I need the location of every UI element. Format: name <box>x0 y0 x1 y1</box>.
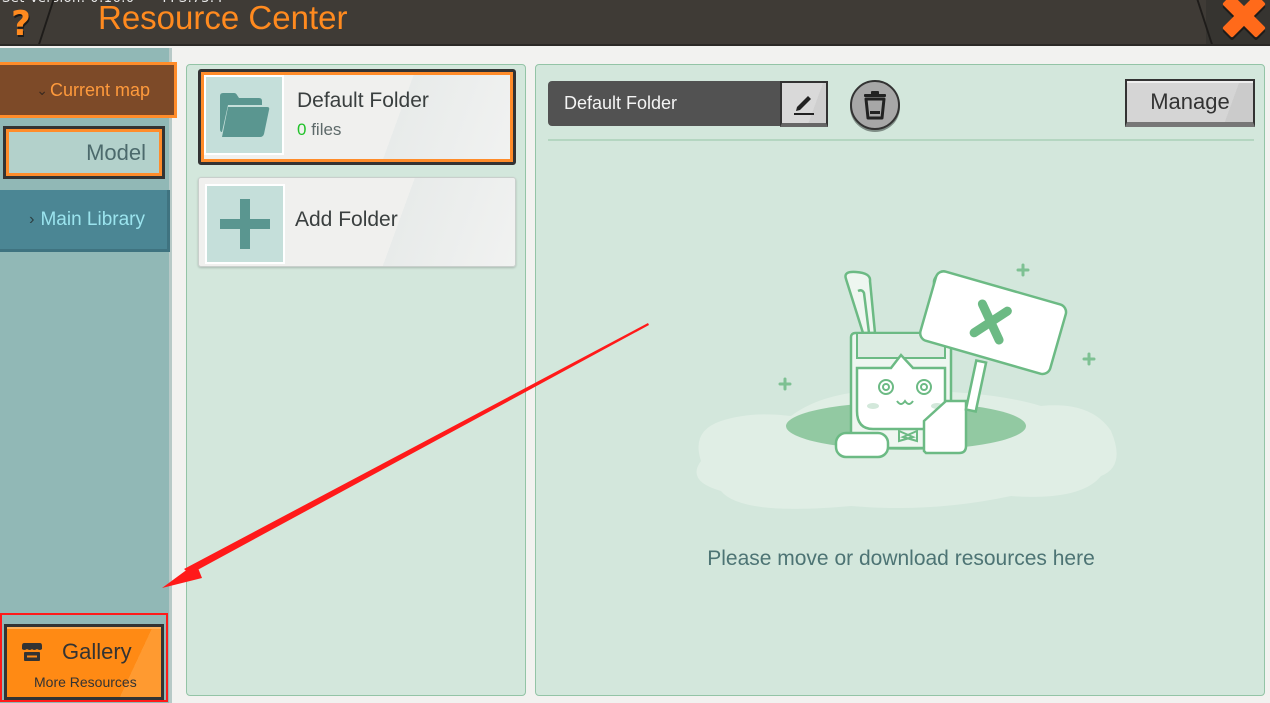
folder-name: Default Folder <box>297 89 429 112</box>
gallery-label: Gallery <box>62 639 132 664</box>
question-mark-icon: ? <box>11 4 31 44</box>
chevron-right-icon: › <box>29 210 35 228</box>
folder-content-panel: Default Folder Manage Please move or dow… <box>535 64 1265 696</box>
pencil-icon <box>794 96 814 115</box>
empty-state-illustration <box>696 263 1117 509</box>
add-folder-label: Add Folder <box>295 208 398 231</box>
rename-folder-button[interactable] <box>780 81 828 127</box>
add-folder-button[interactable]: Add Folder <box>198 177 516 267</box>
folder-file-count: 0 files <box>297 120 341 140</box>
sidebar: ⌄ Current map Model › Main Library <box>0 48 177 703</box>
add-folder-thumbnail <box>205 184 285 264</box>
sidebar-item-main-library[interactable]: › Main Library <box>0 190 170 252</box>
titlebar-divider <box>34 0 56 44</box>
folder-item-default[interactable]: Default Folder 0 files <box>198 69 516 165</box>
trash-icon <box>864 91 886 120</box>
plus-icon <box>220 199 270 249</box>
close-button[interactable] <box>1218 0 1270 42</box>
file-count-suffix: files <box>306 120 342 139</box>
gallery-sublabel: More Resources <box>34 674 137 690</box>
help-button[interactable]: ? <box>6 4 36 44</box>
folder-list-panel: Default Folder 0 files Add Folder <box>186 64 526 696</box>
folder-thumbnail <box>204 75 284 155</box>
header-divider <box>548 139 1254 141</box>
sidebar-item-label: Model <box>86 139 146 165</box>
page-title: Resource Center <box>98 0 348 36</box>
store-icon <box>22 643 42 661</box>
gallery-button[interactable]: Gallery More Resources <box>4 624 164 700</box>
close-x-icon <box>1222 0 1266 40</box>
empty-state-message: Please move or download resources here <box>707 547 1095 570</box>
sidebar-item-label: Current map <box>49 79 150 100</box>
delete-folder-button[interactable] <box>850 80 900 130</box>
manage-button[interactable]: Manage <box>1125 79 1255 127</box>
sidebar-item-current-map[interactable]: ⌄ Current map <box>0 62 177 118</box>
chevron-down-icon: ⌄ <box>36 81 48 98</box>
sidebar-item-model[interactable]: Model <box>3 126 165 179</box>
title-bar: Set Version: 0.16.0 FPS:73.4 ? Resource … <box>0 0 1270 46</box>
sidebar-item-label: Main Library <box>40 208 145 230</box>
folder-icon <box>220 93 270 137</box>
